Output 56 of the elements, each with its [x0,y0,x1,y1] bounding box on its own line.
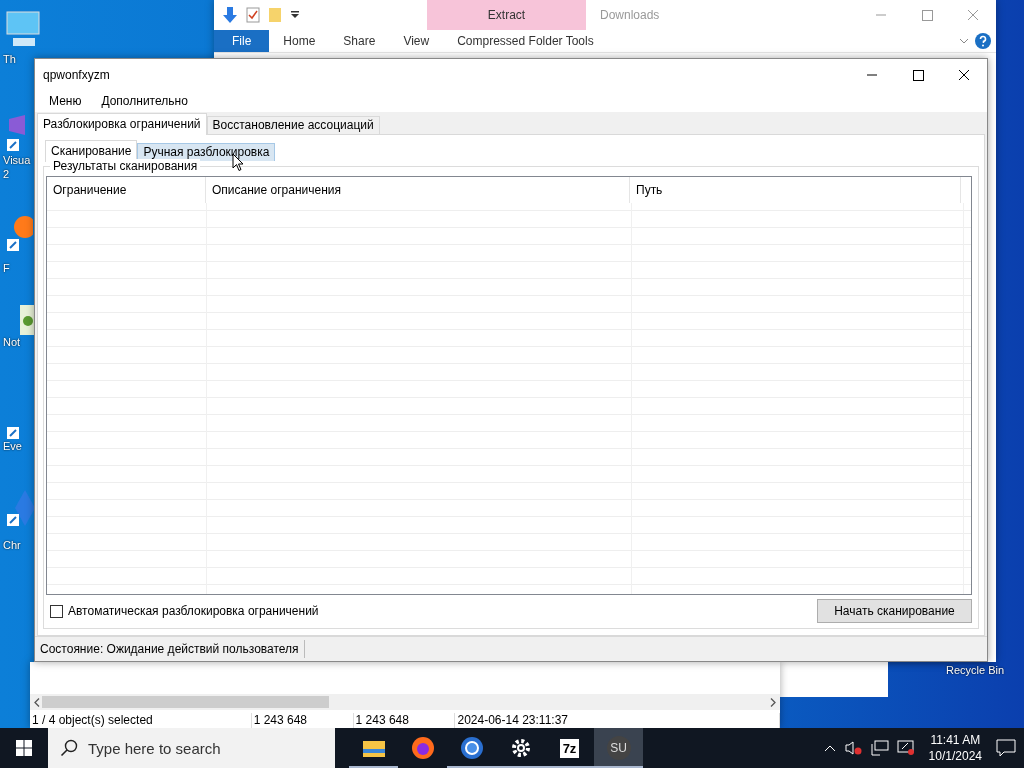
column-header[interactable]: Описание ограничения [206,177,630,203]
results-list[interactable]: Ограничение Описание ограничения Путь [46,176,972,595]
settings-icon [509,737,532,759]
monitor-icon[interactable] [896,740,915,756]
scroll-left-icon[interactable] [34,697,40,707]
ribbon-tab[interactable]: Compressed Folder Tools [443,30,608,52]
menu-item[interactable]: Меню [39,91,92,111]
horizontal-scrollbar[interactable] [30,694,780,710]
tab[interactable]: Восстановление ассоциаций [206,116,380,134]
properties-icon [246,7,260,23]
desktop-icon-label[interactable]: Recycle Bin [946,664,1005,676]
desktop-icon-label[interactable]: Not [3,335,21,349]
app-logo: SU [606,736,631,760]
desktop-icon-label[interactable]: Visua 2 [3,153,31,181]
folder-icon [361,738,386,758]
scan-button[interactable]: Начать сканирование [817,599,972,623]
speaker-muted-icon[interactable] [844,740,863,756]
window-title: Downloads [600,8,661,22]
column-header[interactable]: Путь [630,177,961,203]
group-title: Результаты сканирования [50,159,201,173]
ribbon-tab[interactable]: Home [269,30,330,52]
column-header[interactable]: Ограничение [47,177,206,203]
auto-unlock-checkbox[interactable]: Автоматическая разблокировка ограничений [50,604,319,618]
desktop-icon-label[interactable]: Chr [3,538,21,552]
scrollbar-thumb[interactable] [42,696,329,708]
dropdown-caret-icon[interactable] [290,10,300,20]
app-logo: 7z [559,738,580,758]
status-text: Состояние: Ожидание действий пользователя [35,640,305,658]
window-title: qpwonfxyzm [42,67,111,82]
desktop-icon-label[interactable]: F [3,261,10,275]
taskbar-app[interactable]: 7z [545,728,594,768]
notepad-icon [20,305,34,335]
notification-icon[interactable] [996,739,1016,757]
globe-icon [410,736,435,760]
ring-icon [459,736,484,760]
tab[interactable]: Сканирование [45,140,138,162]
folder-icon [268,7,282,23]
menu-item[interactable]: Дополнительно [91,91,198,111]
clock[interactable]: 11:41 AM 10/1/2024 [922,732,988,764]
ribbon-tab[interactable]: View [389,30,444,52]
tab[interactable]: Разблокировка ограничений [37,113,207,135]
desktop-icon-label[interactable]: Eve [3,439,22,453]
checkbox[interactable] [50,604,63,618]
scroll-right-icon[interactable] [770,697,776,707]
file-tab[interactable]: File [214,30,270,52]
network-icon[interactable] [870,740,889,756]
shortcut-arrow-icon [7,427,19,439]
search-icon [60,739,78,757]
taskbar-app[interactable]: SU [594,728,643,768]
desktop-icon-label[interactable]: Th [3,52,16,66]
download-arrow-icon [222,6,238,24]
ribbon-tab[interactable]: Share [329,30,390,52]
search-field[interactable]: Type here to search [48,728,335,768]
tab[interactable]: Ручная разблокировка [137,143,276,161]
windows-logo-icon [16,740,32,756]
context-tab-header: Extract [427,0,586,30]
